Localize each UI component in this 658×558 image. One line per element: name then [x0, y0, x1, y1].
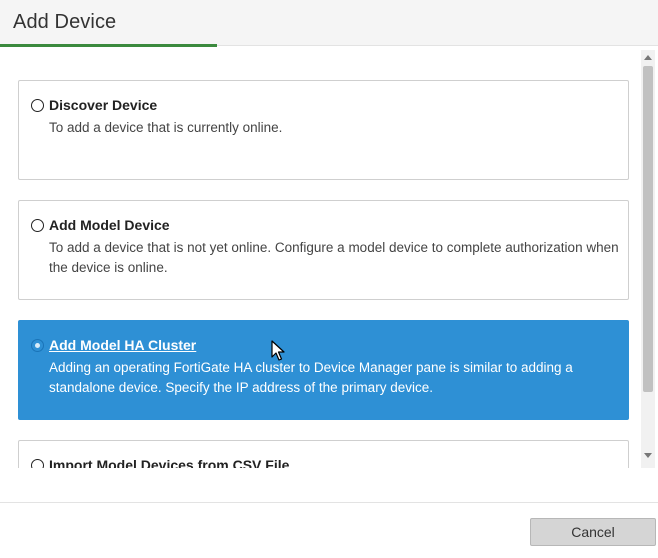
option-import-csv[interactable]: Import Model Devices from CSV File [18, 440, 629, 468]
dialog-header: Add Device [0, 0, 658, 47]
option-title: Add Model Device [49, 217, 170, 233]
scroll-down-arrow-icon[interactable] [644, 453, 652, 458]
option-description: Adding an operating FortiGate HA cluster… [49, 360, 573, 395]
option-add-model-ha-cluster[interactable]: Add Model HA Cluster Adding an operating… [18, 320, 629, 420]
vertical-scrollbar[interactable] [641, 50, 655, 468]
option-title: Discover Device [49, 97, 158, 113]
option-title: Import Model Devices from CSV File [49, 457, 290, 468]
option-description: To add a device that is not yet online. … [49, 240, 619, 275]
scroll-up-arrow-icon[interactable] [644, 55, 652, 60]
radio-add-model-ha-cluster[interactable] [31, 339, 44, 352]
scroll-thumb[interactable] [643, 66, 653, 392]
dialog-title: Add Device [13, 11, 117, 33]
radio-add-model-device[interactable] [31, 219, 44, 232]
options-scroll-area: Discover Device To add a device that is … [0, 50, 658, 468]
mouse-pointer-icon [271, 340, 285, 361]
radio-import-csv[interactable] [31, 459, 44, 468]
option-title: Add Model HA Cluster [49, 337, 197, 353]
radio-discover-device[interactable] [31, 99, 44, 112]
option-add-model-device[interactable]: Add Model Device To add a device that is… [18, 200, 629, 300]
option-description: To add a device that is currently online… [49, 120, 283, 135]
radio-selected-dot [35, 343, 40, 348]
wizard-progress-bar [0, 44, 217, 47]
option-discover-device[interactable]: Discover Device To add a device that is … [18, 80, 629, 180]
cancel-button[interactable]: Cancel [530, 518, 656, 546]
footer-divider [0, 502, 658, 503]
